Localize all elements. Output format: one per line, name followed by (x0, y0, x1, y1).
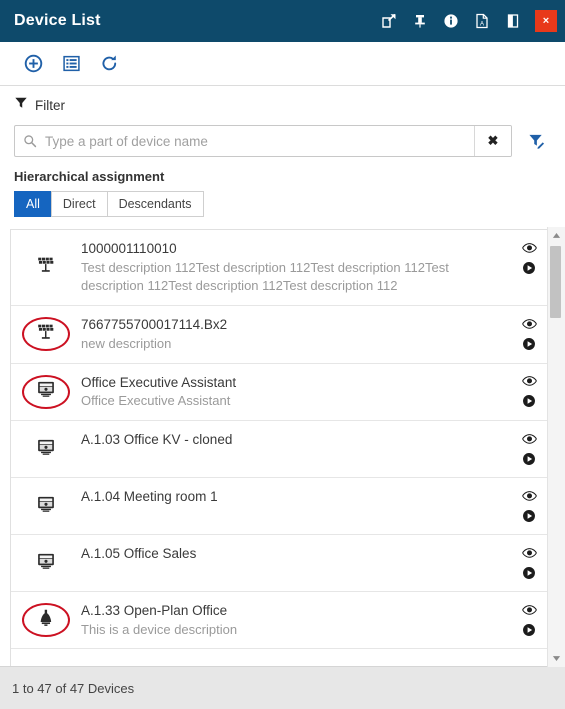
view-icon[interactable] (521, 602, 537, 617)
panel-device-icon (35, 378, 57, 405)
segment-direct[interactable]: Direct (50, 191, 107, 217)
run-icon[interactable] (522, 260, 536, 275)
hierarchical-assignment-segmented-control: All Direct Descendants (14, 191, 551, 217)
window-title-bar: Device List A × (0, 0, 565, 42)
page-title: Device List (14, 12, 101, 29)
lamp-device-icon (35, 607, 57, 634)
hierarchical-assignment-label: Hierarchical assignment (14, 169, 165, 184)
view-icon[interactable] (521, 488, 537, 503)
view-icon[interactable] (521, 316, 537, 331)
run-icon[interactable] (522, 394, 536, 409)
device-text-cell: 1000001110010 Test description 112Test de… (81, 239, 506, 296)
device-title: A.1.33 Open-Plan Office (81, 603, 228, 619)
run-icon[interactable] (522, 336, 536, 351)
panel-device-icon (35, 493, 57, 520)
device-row-actions (506, 315, 552, 351)
view-icon[interactable] (521, 240, 537, 255)
device-list: 1000001110010 Test description 112Test de… (10, 229, 553, 666)
device-icon-cell (11, 601, 81, 639)
device-icon-cell (11, 373, 81, 411)
run-icon[interactable] (522, 508, 536, 523)
device-list-item[interactable]: A.1.05 Office Sales (11, 535, 552, 593)
panel-device-icon (35, 550, 57, 577)
device-row-actions (506, 430, 552, 466)
view-icon[interactable] (521, 374, 537, 389)
close-button[interactable]: × (535, 10, 557, 32)
device-row-actions (506, 373, 552, 409)
device-list-item[interactable]: A.1.33 Open-Plan Office This is a device … (11, 592, 552, 650)
device-row-actions (506, 239, 552, 275)
search-icon (15, 126, 45, 156)
device-icon-cell (11, 430, 81, 468)
device-title: A.1.03 Office KV - cloned (81, 432, 233, 448)
filter-icon (14, 96, 28, 115)
device-list-item[interactable]: 7667755700017114.Bx2 new description (11, 306, 552, 364)
search-input[interactable] (45, 126, 474, 156)
device-text-cell: Office Executive Assistant Office Executi… (81, 373, 506, 411)
open-in-new-window-icon[interactable] (378, 9, 400, 33)
device-description: new description (81, 335, 172, 351)
advanced-filter-icon[interactable] (521, 126, 551, 156)
device-list-window: Device List A × Filter Type a part of de… (0, 0, 565, 709)
device-title: Office Executive Assistant (81, 374, 237, 390)
window-action-buttons: A × (369, 0, 565, 42)
refresh-button[interactable] (92, 49, 126, 79)
device-title: A.1.05 Office Sales (81, 546, 197, 562)
sidebar-toggle-icon[interactable] (502, 9, 524, 33)
device-icon-cell (11, 487, 81, 525)
device-list-item[interactable]: A.1.04 Meeting room 1 (11, 478, 552, 536)
pin-icon[interactable] (409, 9, 431, 33)
run-icon[interactable] (522, 565, 536, 580)
view-icon[interactable] (521, 431, 537, 446)
device-icon-cell (11, 315, 81, 353)
device-text-cell: A.1.33 Open-Plan Office This is a device … (81, 601, 506, 639)
filter-label: Filter (35, 98, 65, 113)
search-row: ✖ (14, 125, 551, 157)
scroll-down-arrow-icon[interactable] (548, 650, 565, 667)
device-list-scrollbar[interactable] (547, 227, 565, 667)
search-box: ✖ (14, 125, 512, 157)
device-icon-cell (11, 544, 81, 582)
segment-all[interactable]: All (14, 191, 51, 217)
device-list-item[interactable]: A.1.03 Office KV - cloned (11, 421, 552, 479)
add-device-button[interactable] (16, 49, 50, 79)
run-icon[interactable] (522, 622, 536, 637)
list-view-button[interactable] (54, 49, 88, 79)
status-text: 1 to 47 of 47 Devices (12, 680, 135, 696)
device-title: A.1.04 Meeting room 1 (81, 489, 218, 505)
solar-panel-device-icon (35, 254, 57, 281)
pdf-export-icon[interactable]: A (471, 9, 493, 33)
scroll-up-arrow-icon[interactable] (548, 227, 565, 244)
device-icon-cell (11, 249, 81, 287)
svg-text:A: A (480, 21, 484, 27)
view-icon[interactable] (521, 545, 537, 560)
device-text-cell: A.1.04 Meeting room 1 (81, 487, 506, 507)
device-title: 1000001110010 (81, 241, 177, 256)
solar-panel-device-icon (35, 321, 57, 348)
panel-device-icon (35, 436, 57, 463)
device-text-cell: A.1.03 Office KV - cloned (81, 430, 506, 450)
device-list-item[interactable]: Office Executive Assistant Office Executi… (11, 363, 552, 422)
device-title: 7667755700017114.Bx2 (81, 317, 228, 333)
device-description: Test description 112Test description 112… (81, 259, 449, 294)
info-icon[interactable] (440, 9, 462, 33)
device-row-actions (506, 487, 552, 523)
device-description: Office Executive Assistant (81, 393, 231, 409)
device-row-actions (506, 544, 552, 580)
device-list-rows: 1000001110010 Test description 112Test de… (11, 230, 552, 666)
device-list-item[interactable]: 1000001110010 Test description 112Test de… (11, 230, 552, 307)
segment-descendants[interactable]: Descendants (106, 191, 204, 217)
device-text-cell: A.1.05 Office Sales (81, 544, 506, 564)
clear-search-button[interactable]: ✖ (474, 126, 511, 156)
status-bar: 1 to 47 of 47 Devices (0, 666, 565, 709)
filter-header: Filter (14, 96, 551, 115)
device-row-actions (506, 601, 552, 637)
run-icon[interactable] (522, 451, 536, 466)
scrollbar-track[interactable] (548, 244, 565, 650)
scrollbar-thumb[interactable] (550, 246, 561, 318)
device-description: This is a device description (81, 621, 238, 637)
main-toolbar (0, 42, 565, 86)
device-text-cell: 7667755700017114.Bx2 new description (81, 315, 506, 353)
filter-section: Filter ✖ Hierarchical assign (0, 86, 565, 229)
